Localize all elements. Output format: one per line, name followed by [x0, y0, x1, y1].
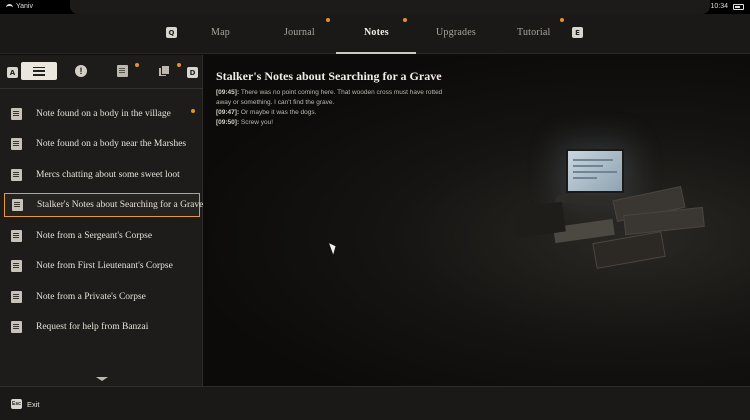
- note-icon: [11, 230, 22, 242]
- filter-important-button[interactable]: !: [63, 62, 99, 80]
- note-entry-text: Or maybe it was the dogs.: [239, 109, 317, 116]
- note-entry-text: Screw you!: [239, 119, 274, 126]
- exit-button[interactable]: Exit: [27, 400, 40, 409]
- journal-new-indicator: [326, 18, 330, 22]
- note-list-item-selected[interactable]: Stalker's Notes about Searching for a Gr…: [4, 193, 204, 217]
- note-list-item[interactable]: Note from First Lieutenant's Corpse: [4, 254, 200, 278]
- note-title: Stalker's Notes about Searching for a Gr…: [216, 69, 442, 83]
- note-entry-time: [09:47]:: [216, 109, 240, 116]
- note-icon: [11, 169, 22, 181]
- note-icon: [11, 108, 22, 120]
- note-icon: [11, 291, 22, 303]
- note-new-indicator: [191, 109, 195, 113]
- note-list-item-label: Note from a Sergeant's Corpse: [36, 231, 153, 241]
- notes-new-indicator: [403, 18, 407, 22]
- note-list-item[interactable]: Note from a Sergeant's Corpse: [4, 224, 200, 248]
- note-entry-time: [09:45]:: [216, 89, 240, 96]
- note-entry-text: There was no point coming here. That woo…: [216, 89, 443, 106]
- prev-filter-key-icon[interactable]: A: [7, 67, 18, 78]
- top-notch: [70, 0, 710, 14]
- laptop-desk-illustration: [512, 145, 750, 295]
- note-list-item[interactable]: Note found on a body in the village: [4, 102, 200, 126]
- note-list-item-label: Note from a Private's Corpse: [36, 292, 146, 302]
- scroll-down-icon[interactable]: [96, 377, 108, 381]
- next-tab-key-icon[interactable]: E: [572, 27, 583, 38]
- note-list-item[interactable]: Mercs chatting about some sweet loot: [4, 163, 200, 187]
- filter-all-button[interactable]: [21, 62, 57, 80]
- note-icon: [11, 138, 22, 150]
- wifi-icon: [6, 4, 13, 9]
- status-time: 10:34: [710, 3, 728, 10]
- note-entry: [09:45]: There was no point coming here.…: [216, 88, 456, 108]
- exit-key-icon[interactable]: Esc: [11, 399, 22, 409]
- note-list-item-label: Stalker's Notes about Searching for a Gr…: [37, 200, 204, 210]
- filter-stacks-new-indicator: [177, 63, 181, 67]
- note-entry: [09:50]: Screw you!: [216, 118, 456, 128]
- note-icon: [12, 199, 23, 211]
- tab-journal[interactable]: Journal: [284, 27, 315, 38]
- note-detail-panel: Stalker's Notes about Searching for a Gr…: [204, 55, 750, 386]
- note-icon: [11, 260, 22, 272]
- tab-tutorial[interactable]: Tutorial: [517, 27, 550, 38]
- next-filter-key-icon[interactable]: D: [187, 67, 198, 78]
- note-icon: [116, 65, 128, 77]
- note-list-item-label: Note from First Lieutenant's Corpse: [36, 261, 173, 271]
- tutorial-new-indicator: [560, 18, 564, 22]
- prev-tab-key-icon[interactable]: Q: [166, 27, 177, 38]
- status-bar: Yaniv 10:34: [0, 0, 750, 14]
- note-body: [09:45]: There was no point coming here.…: [216, 88, 456, 128]
- tab-upgrades[interactable]: Upgrades: [436, 27, 476, 38]
- filter-bar: A ! D: [0, 55, 203, 89]
- exclamation-icon: !: [75, 65, 87, 77]
- bottom-bar: Esc Exit: [0, 386, 750, 420]
- top-nav: Q Map Journal Notes Upgrades Tutorial E: [0, 14, 750, 54]
- note-list-item-label: Request for help from Banzai: [36, 322, 149, 332]
- note-list-item[interactable]: Request for help from Banzai: [4, 315, 200, 339]
- notes-stack-icon: [158, 65, 170, 77]
- tab-map[interactable]: Map: [211, 27, 230, 38]
- battery-icon: [733, 3, 744, 10]
- tab-notes[interactable]: Notes: [364, 27, 389, 38]
- note-list-item[interactable]: Note found on a body near the Marshes: [4, 132, 200, 156]
- note-list-item-label: Note found on a body near the Marshes: [36, 139, 187, 149]
- note-list-item-label: Mercs chatting about some sweet loot: [36, 170, 180, 180]
- filter-notes-new-indicator: [135, 63, 139, 67]
- active-tab-underline: [336, 52, 416, 54]
- note-entry-time: [09:50]:: [216, 119, 240, 126]
- note-list-item[interactable]: Note from a Private's Corpse: [4, 285, 200, 309]
- status-user: Yaniv: [16, 3, 33, 10]
- note-list-item-label: Note found on a body in the village: [36, 109, 171, 119]
- note-entry: [09:47]: Or maybe it was the dogs.: [216, 108, 456, 118]
- list-icon: [33, 66, 45, 76]
- notes-list-panel: A ! D Note found on a body in the villag…: [0, 55, 203, 386]
- book: [592, 231, 666, 269]
- laptop-screen: [566, 149, 624, 193]
- note-icon: [11, 321, 22, 333]
